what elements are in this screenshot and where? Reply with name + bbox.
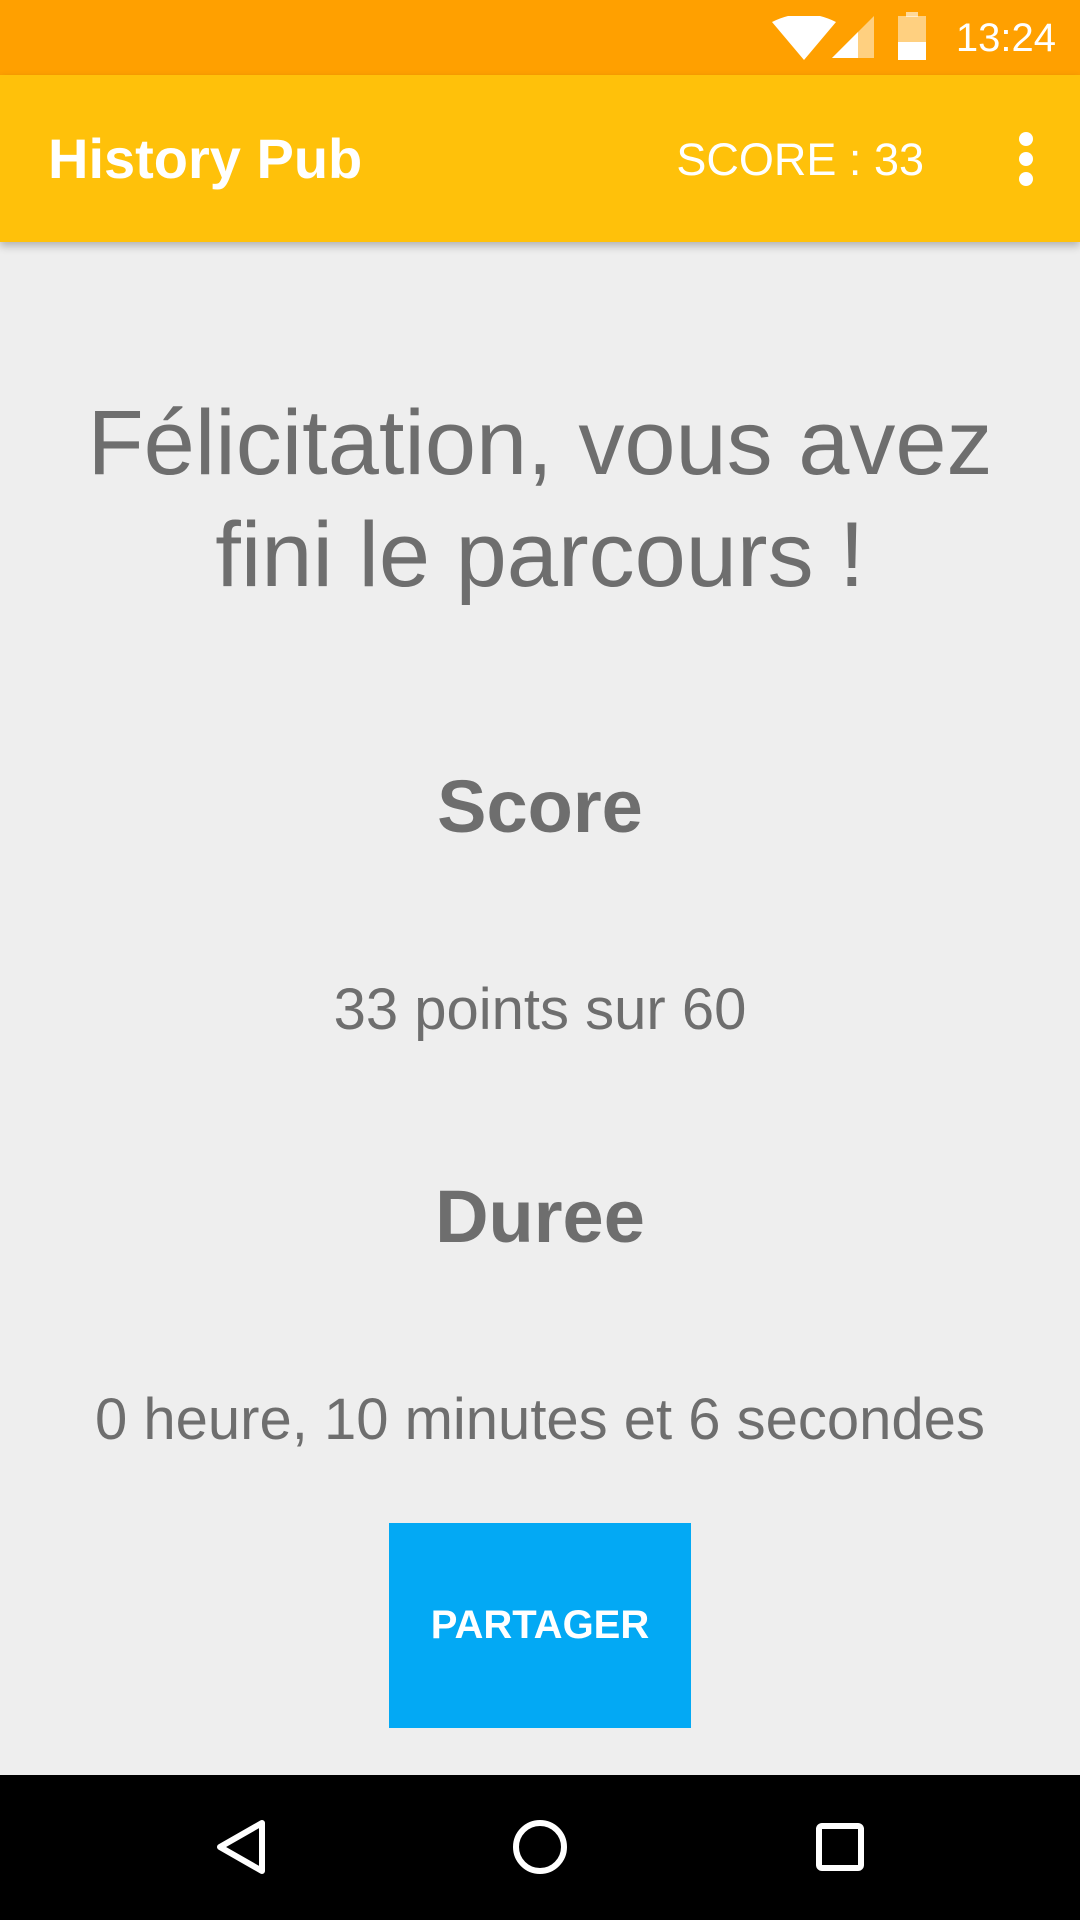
score-value: 33 points sur 60 <box>333 977 747 1042</box>
recents-icon[interactable] <box>790 1797 890 1897</box>
app-title: History Pub <box>48 127 363 190</box>
score-indicator: SCORE : 33 <box>676 134 924 185</box>
status-bar: 13:24 <box>0 0 1080 75</box>
score-title: Score <box>437 765 643 848</box>
home-icon[interactable] <box>490 1797 590 1897</box>
app-bar: History Pub SCORE : 33 <box>0 75 1080 242</box>
duration-value: 0 heure, 10 minutes et 6 secondes <box>95 1387 985 1452</box>
duration-title: Duree <box>435 1175 645 1258</box>
status-time: 13:24 <box>955 16 1056 60</box>
back-icon[interactable] <box>190 1797 290 1897</box>
wifi-icon <box>772 16 836 60</box>
overflow-menu-button[interactable] <box>992 115 1060 203</box>
main-content: Félicitation, vous avez fini le parcours… <box>0 242 1080 1775</box>
cellular-signal-icon <box>832 16 874 58</box>
congratulation-headline: Félicitation, vous avez fini le parcours… <box>87 392 993 606</box>
share-button[interactable]: PARTAGER <box>389 1523 691 1728</box>
navigation-bar <box>0 1775 1080 1920</box>
screen: 13:24 History Pub SCORE : 33 Félicitatio… <box>0 0 1080 1920</box>
battery-icon <box>898 12 926 60</box>
